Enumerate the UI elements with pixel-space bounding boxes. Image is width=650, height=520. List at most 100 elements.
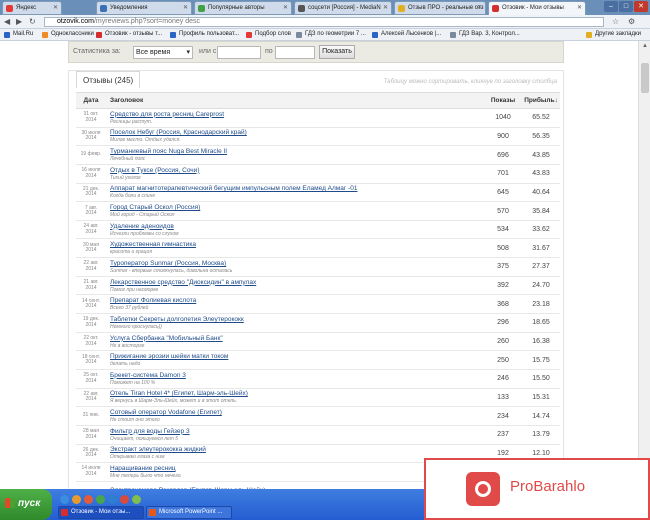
wrench-icon[interactable]: ⚙ bbox=[628, 17, 635, 26]
review-title-link[interactable]: Прижигание эрозии шейки матки током bbox=[110, 353, 484, 361]
bookmark-item[interactable]: Mail.Ru bbox=[4, 31, 33, 38]
review-title-link[interactable]: Туроператор Sunmar (Россия, Москва) bbox=[110, 260, 484, 268]
bookmark-item[interactable]: Одноклассники bbox=[42, 31, 94, 38]
reload-icon[interactable]: ↻ bbox=[29, 17, 36, 26]
bookmark-folder[interactable]: Другие закладки bbox=[586, 31, 641, 38]
review-date: 22 окт. 2014 bbox=[76, 332, 106, 352]
ie-icon[interactable] bbox=[60, 495, 69, 504]
scroll-up-icon[interactable]: ▲ bbox=[639, 41, 650, 52]
taskbar-item-powerpoint[interactable]: Microsoft PowerPoint ... bbox=[146, 506, 232, 519]
review-profit: 56.35 bbox=[522, 127, 560, 147]
close-window-button[interactable]: ✕ bbox=[634, 1, 648, 12]
review-summary: Поможет на 100 % bbox=[110, 379, 156, 386]
review-title-link[interactable]: Средство для роста ресниц Careprost bbox=[110, 111, 484, 119]
review-profit: 15.31 bbox=[522, 388, 560, 408]
tab-reviews[interactable]: Отзывы (245) bbox=[76, 71, 141, 88]
stats-label: Статистика за: bbox=[73, 48, 121, 55]
review-summary: Sunmar - впервые столкнулась, довольна о… bbox=[110, 267, 233, 274]
review-summary: Не в восторге bbox=[110, 342, 145, 349]
review-title-link[interactable]: Таблетки Секреты долголетия Элеутерококк bbox=[110, 316, 484, 324]
address-bar[interactable]: otzovik.com/myreviews.php?sort=money des… bbox=[44, 17, 604, 27]
bookmark-item[interactable]: Отзовик - отзывы т... bbox=[96, 31, 162, 38]
bookmark-item[interactable]: ГДЗ Вар. 3, Контрол... bbox=[450, 31, 520, 38]
quicklaunch-icon[interactable] bbox=[132, 495, 141, 504]
browser-tab-active[interactable]: Отзовик - Мои отзывы ✕ bbox=[488, 1, 586, 15]
column-title[interactable]: Заголовок bbox=[106, 92, 484, 109]
review-cell: Таблетки Секреты долголетия Элеутерококк… bbox=[106, 313, 484, 333]
review-profit: 31.67 bbox=[522, 238, 560, 259]
period-select[interactable]: Все время ▾ bbox=[133, 46, 193, 59]
browser-tab[interactable]: Популярные авторы ✕ bbox=[194, 1, 292, 15]
review-title-link[interactable]: Аппарат магнитотерапевтический бегущим и… bbox=[110, 185, 484, 193]
date-from-input[interactable] bbox=[217, 46, 261, 59]
bookmark-item[interactable]: ГДЗ по геометрии 7 ... bbox=[296, 31, 366, 38]
quicklaunch-icon[interactable] bbox=[72, 495, 81, 504]
close-tab-icon[interactable]: ✕ bbox=[577, 4, 582, 11]
browser-tab[interactable]: Отзыв ПРО - реальные отз ✕ bbox=[394, 1, 486, 15]
show-button[interactable]: Показать bbox=[319, 45, 355, 59]
review-title-link[interactable]: Поселок Небуг (Россия, Краснодарский кра… bbox=[110, 129, 484, 137]
start-button[interactable]: пуск bbox=[0, 489, 52, 520]
review-date: 14 июля 2014 bbox=[76, 462, 106, 482]
maximize-button[interactable]: □ bbox=[619, 1, 633, 12]
column-date[interactable]: Дата bbox=[76, 92, 106, 109]
minimize-button[interactable]: – bbox=[604, 1, 618, 12]
review-title-link[interactable]: Удаление аденоидов bbox=[110, 223, 484, 231]
star-icon[interactable]: ☆ bbox=[612, 17, 619, 26]
review-profit: 15.75 bbox=[522, 350, 560, 370]
bookmark-item[interactable]: Алексей Лысенков |... bbox=[372, 31, 441, 38]
review-date-year: 2014 bbox=[85, 470, 97, 477]
review-profit: 43.83 bbox=[522, 164, 560, 184]
review-title-link[interactable]: Отдых в Туксе (Россия, Сочи) bbox=[110, 167, 484, 175]
quicklaunch-icon[interactable] bbox=[108, 495, 117, 504]
bookmark-item[interactable]: Подбор слов bbox=[246, 31, 291, 38]
review-profit: 27.37 bbox=[522, 257, 560, 277]
taskbar-item-browser[interactable]: Отзовик - Мои отзы... bbox=[58, 506, 144, 519]
review-date: 19 февр. bbox=[76, 145, 106, 165]
review-cell: Брекет-система Damon 3 Поможет на 100 % bbox=[106, 369, 484, 389]
chrome-icon[interactable] bbox=[96, 495, 105, 504]
bookmark-item[interactable]: Профиль пользоват... bbox=[170, 31, 239, 38]
review-title-link[interactable]: Сотовый оператор Vodafone (Египет) bbox=[110, 409, 484, 417]
review-summary: Всего 37 рублей bbox=[110, 305, 149, 312]
close-tab-icon[interactable]: ✕ bbox=[53, 4, 58, 11]
review-views: 696 bbox=[484, 145, 522, 165]
review-date: 21 дек. 2014 bbox=[76, 183, 106, 203]
review-cell: Отель Tiran Hotel 4* (Египет, Шарм-эль-Ш… bbox=[106, 388, 484, 408]
review-title-link[interactable]: Художественная гимнастика bbox=[110, 241, 484, 249]
otzyv-pro-icon bbox=[398, 5, 405, 12]
browser-tab[interactable]: Уведомления ✕ bbox=[96, 1, 192, 15]
review-summary: Не стоит оно этого bbox=[110, 417, 160, 424]
column-views[interactable]: Показы bbox=[484, 92, 522, 109]
review-title-link[interactable]: Брекет-система Damon 3 bbox=[110, 372, 484, 380]
quicklaunch-icon[interactable] bbox=[120, 495, 129, 504]
scrollbar-thumb[interactable] bbox=[641, 63, 649, 93]
forward-icon[interactable]: ▶ bbox=[16, 17, 22, 26]
column-profit[interactable]: Прибыль↓ bbox=[522, 92, 560, 109]
review-cell: Услуга Сбербанка "Мобильный Банк" Не в во… bbox=[106, 332, 484, 352]
close-tab-icon[interactable]: ✕ bbox=[283, 4, 288, 11]
review-title-link[interactable]: Экстракт элеутерококка жидкий bbox=[110, 446, 484, 454]
review-date-year: 2014 bbox=[85, 265, 97, 272]
review-title-link[interactable]: Фильтр для воды Гейзер 3 bbox=[110, 428, 484, 436]
back-icon[interactable]: ◀ bbox=[4, 17, 10, 26]
review-date: 25 окт. 2014 bbox=[76, 369, 106, 389]
close-tab-icon[interactable]: ✕ bbox=[183, 4, 188, 11]
page-scrollbar[interactable]: ▲ ▼ bbox=[638, 41, 650, 489]
review-profit: 18.65 bbox=[522, 313, 560, 333]
browser-tab[interactable]: соцсети [Россия] - MediaN ✕ bbox=[294, 1, 392, 15]
close-tab-icon[interactable]: ✕ bbox=[477, 4, 482, 11]
review-date: 24 авг. 2014 bbox=[76, 220, 106, 240]
review-title-link[interactable]: Лекарственное средство "Диоксидин" в амп… bbox=[110, 279, 484, 287]
review-title-link[interactable]: Город Старый Оскол (Россия) bbox=[110, 204, 484, 212]
review-summary: Я вернусь в Шарм-Эль-Шейх, может и в это… bbox=[110, 398, 238, 405]
review-date-year: 2014 bbox=[85, 210, 97, 217]
review-title-link[interactable]: Услуга Сбербанка "Мобильный Банк" bbox=[110, 335, 484, 343]
wordstat-icon bbox=[246, 32, 252, 38]
review-title-link[interactable]: Турманиевый пояс Nuga Best Miracle II bbox=[110, 148, 484, 156]
browser-tab[interactable]: Яндекс ✕ bbox=[2, 1, 62, 15]
opera-icon[interactable] bbox=[84, 495, 93, 504]
close-tab-icon[interactable]: ✕ bbox=[383, 4, 388, 11]
date-to-input[interactable] bbox=[275, 46, 315, 59]
review-title-link[interactable]: Препарат Фолиевая кислота bbox=[110, 297, 484, 305]
